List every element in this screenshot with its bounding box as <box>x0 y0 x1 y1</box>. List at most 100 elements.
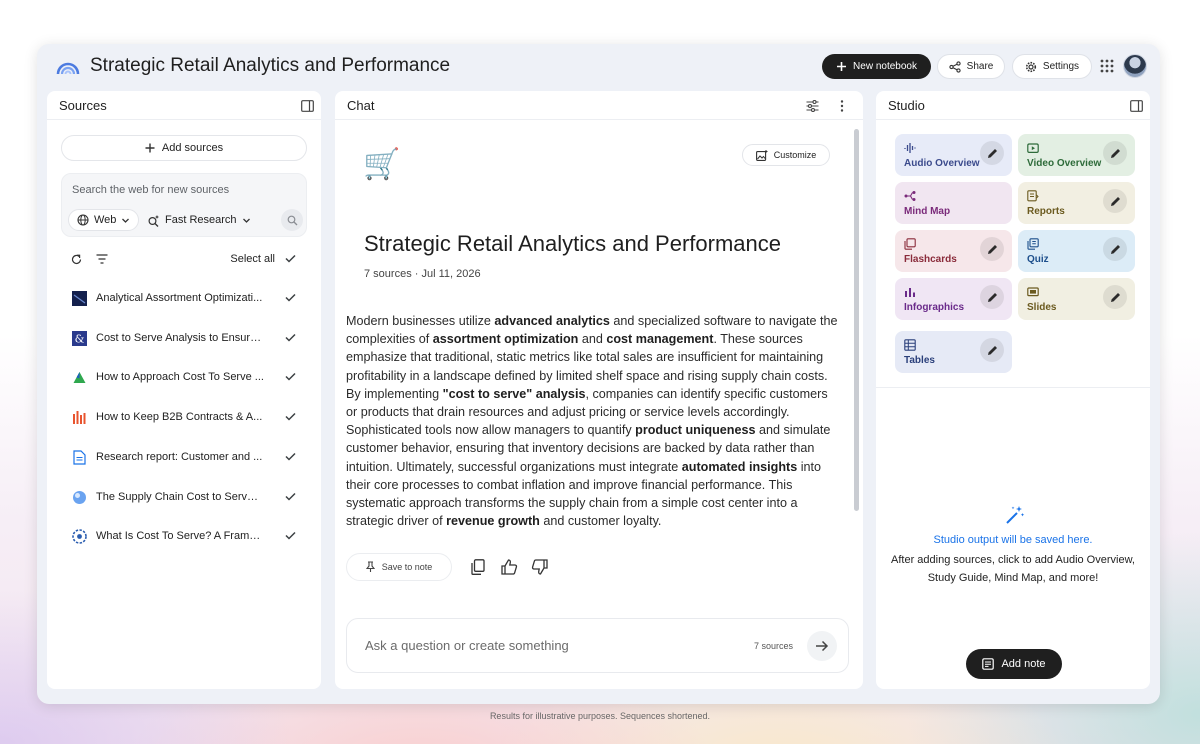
quiz-tile[interactable]: Quiz <box>1018 230 1135 272</box>
thumbs-down-icon <box>531 559 548 575</box>
add-sources-button[interactable]: Add sources <box>61 135 307 161</box>
source-item[interactable]: & Cost to Serve Analysis to Ensure ... <box>61 328 307 348</box>
avatar[interactable] <box>1123 54 1147 78</box>
source-checkbox[interactable] <box>284 410 297 423</box>
thumbs-up-button[interactable] <box>499 557 519 577</box>
audio-overview-tile[interactable]: Audio Overview <box>895 134 1012 176</box>
edit-button[interactable] <box>1103 237 1127 261</box>
new-notebook-label: New notebook <box>853 61 917 72</box>
gear-icon <box>1025 61 1037 72</box>
flashcards-tile[interactable]: Flashcards <box>895 230 1012 272</box>
studio-output-title: Studio output will be saved here. <box>933 534 1093 546</box>
magic-wand-icon <box>1006 506 1025 524</box>
select-all-checkbox[interactable] <box>284 252 297 265</box>
web-search-box: Search the web for new sources Web Fast … <box>61 173 307 237</box>
collapse-studio-button[interactable] <box>1129 99 1143 113</box>
tile-label: Quiz <box>1027 254 1049 265</box>
web-search-submit[interactable] <box>281 209 303 231</box>
refresh-icon[interactable] <box>70 253 83 266</box>
plus-icon <box>145 143 155 153</box>
video-icon <box>1027 143 1039 153</box>
chevron-down-icon <box>122 218 130 223</box>
pencil-icon <box>987 244 997 254</box>
filter-icon[interactable] <box>96 254 108 264</box>
chat-options-button[interactable] <box>805 99 819 113</box>
source-checkbox[interactable] <box>284 291 297 304</box>
edit-button[interactable] <box>980 141 1004 165</box>
source-item[interactable]: The Supply Chain Cost to Serve ... <box>61 487 307 507</box>
new-notebook-button[interactable]: New notebook <box>822 54 931 79</box>
source-item[interactable]: Analytical Assortment Optimizati... <box>61 288 307 308</box>
source-item[interactable]: How to Keep B2B Contracts & A... <box>61 407 307 427</box>
check-icon <box>285 372 296 381</box>
research-mode-dropdown[interactable]: Fast Research <box>138 209 260 231</box>
summary-keyword: assortment optimization <box>432 332 579 347</box>
source-checkbox[interactable] <box>284 331 297 344</box>
image-edit-icon <box>755 149 768 161</box>
reports-tile[interactable]: Reports <box>1018 182 1135 224</box>
note-icon <box>982 658 995 670</box>
edit-button[interactable] <box>980 338 1004 362</box>
source-checkbox[interactable] <box>284 529 297 542</box>
source-label: Analytical Assortment Optimizati... <box>96 292 263 304</box>
source-item[interactable]: How to Approach Cost To Serve ... <box>61 367 307 387</box>
chat-more-button[interactable] <box>837 99 847 113</box>
check-icon <box>285 293 296 302</box>
source-item[interactable]: What Is Cost To Serve? A Frame... <box>61 526 307 546</box>
chat-input[interactable]: Ask a question or create something <box>365 638 569 653</box>
video-overview-tile[interactable]: Video Overview <box>1018 134 1135 176</box>
source-checkbox[interactable] <box>284 370 297 383</box>
edit-button[interactable] <box>1103 189 1127 213</box>
tile-label: Video Overview <box>1027 158 1102 169</box>
send-button[interactable] <box>807 631 837 661</box>
notebook-logo-icon[interactable] <box>56 56 80 76</box>
thumbs-down-button[interactable] <box>529 557 549 577</box>
add-note-button[interactable]: Add note <box>966 649 1062 679</box>
slides-tile[interactable]: Slides <box>1018 278 1135 320</box>
summary-text: Modern businesses utilize <box>346 314 495 328</box>
source-checkbox[interactable] <box>284 490 297 503</box>
chat-scrollbar[interactable] <box>854 129 859 511</box>
panel-toggle-icon <box>1129 100 1143 112</box>
notebook-title[interactable]: Strategic Retail Analytics and Performan… <box>90 55 450 77</box>
slides-icon <box>1027 287 1039 297</box>
web-source-dropdown[interactable]: Web <box>68 209 140 231</box>
flashcards-icon <box>904 238 916 250</box>
customize-button[interactable]: Customize <box>742 144 830 166</box>
check-icon <box>285 531 296 540</box>
edit-button[interactable] <box>980 285 1004 309</box>
share-button[interactable]: Share <box>937 54 1005 79</box>
apps-grid-icon[interactable] <box>1100 59 1114 73</box>
notebook-meta: 7 sources · Jul 11, 2026 <box>364 268 481 280</box>
web-search-input[interactable]: Search the web for new sources <box>72 184 229 196</box>
customize-label: Customize <box>773 150 817 160</box>
copy-button[interactable] <box>468 557 488 577</box>
web-chip-label: Web <box>94 214 117 226</box>
settings-button[interactable]: Settings <box>1012 54 1092 79</box>
tile-label: Flashcards <box>904 254 957 265</box>
tables-tile[interactable]: Tables <box>895 331 1012 373</box>
collapse-sources-button[interactable] <box>300 99 314 113</box>
disclaimer-footnote: Results for illustrative purposes. Seque… <box>489 711 711 721</box>
globe-icon <box>71 489 87 505</box>
source-item[interactable]: Research report: Customer and ... <box>61 447 307 467</box>
summary-keyword: revenue growth <box>446 514 540 529</box>
quiz-icon <box>1027 238 1039 250</box>
source-checkbox[interactable] <box>284 450 297 463</box>
infographics-tile[interactable]: Infographics <box>895 278 1012 320</box>
edit-button[interactable] <box>1103 285 1127 309</box>
source-label: Cost to Serve Analysis to Ensure ... <box>96 332 264 344</box>
navy-square-icon <box>71 290 87 306</box>
tables-icon <box>904 339 916 351</box>
summary-keyword: product uniqueness <box>635 423 756 438</box>
edit-button[interactable] <box>980 237 1004 261</box>
mind-map-tile[interactable]: Mind Map <box>895 182 1012 224</box>
pencil-icon <box>1110 292 1120 302</box>
edit-button[interactable] <box>1103 141 1127 165</box>
save-to-note-button[interactable]: Save to note <box>346 553 452 581</box>
tile-label: Tables <box>904 355 935 366</box>
studio-header: Studio <box>876 91 1150 120</box>
svg-text:&: & <box>74 332 84 345</box>
tile-label: Audio Overview <box>904 158 980 169</box>
search-icon <box>287 215 297 225</box>
